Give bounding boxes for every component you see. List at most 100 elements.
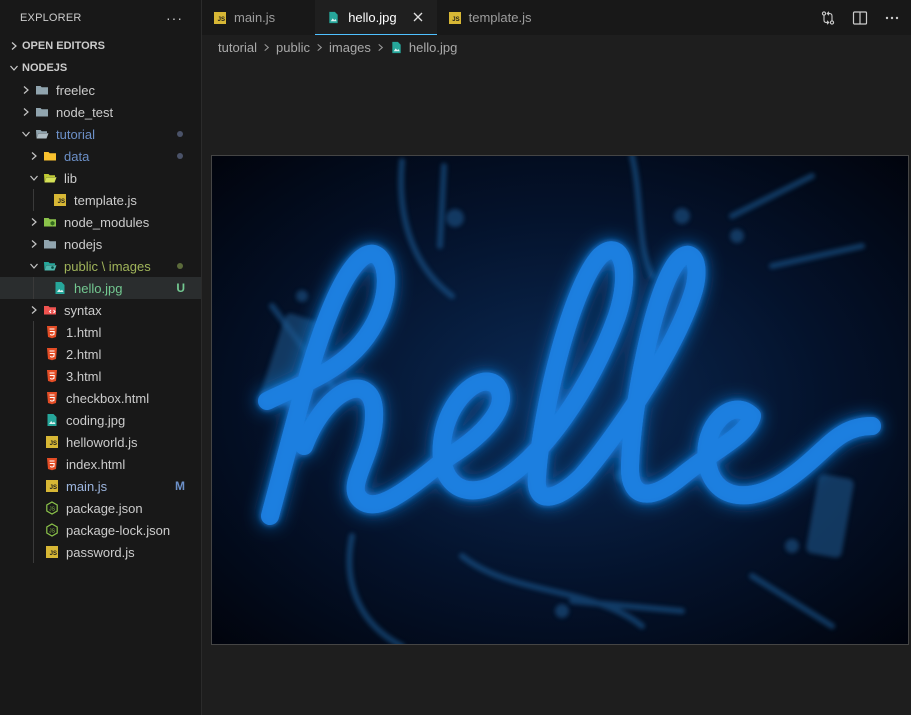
tree-item-label: tutorial [56,126,96,142]
tree-item-label: syntax [64,302,102,318]
tree-item-syntax[interactable]: syntax [0,299,201,321]
indent-guide [33,343,34,365]
breadcrumb-item[interactable]: images [329,40,371,55]
more-actions-icon[interactable]: ··· [166,10,183,26]
tab-label: hello.jpg [348,9,397,25]
workspace-label: NODEJS [22,62,68,74]
tree-item-hello-jpg[interactable]: hello.jpg U [0,277,201,299]
tree-item-label: nodejs [64,236,103,252]
tab-label: template.js [468,10,532,25]
tab-main-js[interactable]: JS main.js [202,0,287,35]
workspace-section[interactable]: NODEJS [0,57,201,79]
git-status-dot [177,263,183,269]
chevron-down-icon [6,60,22,76]
js-file-icon: JS [44,434,60,450]
tree-item-node-test[interactable]: node_test [0,101,201,123]
tree-item-public-images[interactable]: public \ images [0,255,201,277]
chevron-right-icon [315,43,324,52]
explorer-title: EXPLORER [20,11,82,24]
tree-item-nodejs[interactable]: nodejs [0,233,201,255]
tree-item-label: 1.html [66,324,102,340]
indent-guide [33,387,34,409]
tree-item-label: package-lock.json [66,522,171,538]
tree-item-label: package.json [66,500,143,516]
chevron-down-icon [26,258,42,274]
tree-item-label: hello.jpg [74,280,123,296]
indent-guide [33,409,34,431]
tree-item-checkbox-html[interactable]: checkbox.html [0,387,201,409]
editor-actions [819,0,901,35]
tree-item-label: password.js [66,544,135,560]
breadcrumb: tutorial public images hello.jpg [218,36,457,58]
tree-item-template-js[interactable]: JS template.js [0,189,201,211]
tree-item-freelec[interactable]: freelec [0,79,201,101]
tree-item-helloworld-js[interactable]: JS helloworld.js [0,431,201,453]
tree-item-package-lock-json[interactable]: JS package-lock.json [0,519,201,541]
svg-text:JS: JS [49,528,56,534]
tree-item-main-js[interactable]: JS main.js M [0,475,201,497]
explorer-sidebar: EXPLORER ··· OPEN EDITORS NODEJS freelec… [0,0,202,715]
tree-item-2-html[interactable]: 2.html [0,343,201,365]
open-editors-label: OPEN EDITORS [22,40,105,52]
indent-guide [33,475,34,497]
html-file-icon [44,346,60,362]
folder-open-icon [34,126,50,142]
indent-guide [33,365,34,387]
tree-item-3-html[interactable]: 3.html [0,365,201,387]
tree-item-1-html[interactable]: 1.html [0,321,201,343]
open-changes-icon[interactable] [819,9,837,27]
folder-lib-icon [42,170,58,186]
tree-item-label: data [64,148,90,164]
chevron-right-icon [18,82,34,98]
syntax-folder-icon [42,302,58,318]
breadcrumb-item[interactable]: public [276,40,310,55]
tree-item-index-html[interactable]: index.html [0,453,201,475]
chevron-right-icon [26,214,42,230]
tab-template-js[interactable]: JS template.js [437,0,544,35]
breadcrumb-item[interactable]: hello.jpg [409,40,457,55]
chevron-right-icon [262,43,271,52]
git-modified-badge: M [175,479,185,493]
js-file-icon: JS [44,544,60,560]
html-file-icon [44,324,60,340]
tree-item-lib[interactable]: lib [0,167,201,189]
tree-item-label: coding.jpg [66,412,126,428]
breadcrumb-item[interactable]: tutorial [218,40,257,55]
split-editor-icon[interactable] [851,9,869,27]
image-file-icon [52,280,68,296]
tree-item-node-modules[interactable]: node_modules [0,211,201,233]
tree-item-label: lib [64,170,78,186]
tree-item-password-js[interactable]: JS password.js [0,541,201,563]
indent-guide [33,431,34,453]
tab-label: main.js [234,10,276,25]
html-file-icon [44,456,60,472]
tree-item-coding-jpg[interactable]: coding.jpg [0,409,201,431]
js-file-icon: JS [44,478,60,494]
git-status-dot [177,153,183,159]
chevron-right-icon [26,236,42,252]
tree-item-tutorial[interactable]: tutorial [0,123,201,145]
tab-hello-jpg[interactable]: hello.jpg [315,0,437,35]
editor-tab-bar: JS main.js hello.jpg JS template.js [202,0,911,35]
chevron-right-icon [26,302,42,318]
image-file-icon [390,41,403,54]
close-icon[interactable] [411,10,425,24]
chevron-down-icon [26,170,42,186]
tree-item-package-json[interactable]: JS package.json [0,497,201,519]
html-file-icon [44,390,60,406]
html-file-icon [44,368,60,384]
more-actions-icon[interactable] [883,9,901,27]
open-editors-section[interactable]: OPEN EDITORS [0,35,201,57]
indent-guide [33,497,34,519]
tree-item-data[interactable]: data [0,145,201,167]
tree-item-label: helloworld.js [66,434,138,450]
chevron-right-icon [26,148,42,164]
chevron-right-icon [376,43,385,52]
image-preview[interactable]: hello [211,155,909,645]
explorer-header: EXPLORER ··· [0,0,201,35]
tree-item-label: node_modules [64,214,150,230]
indent-guide [33,541,34,563]
chevron-right-icon [18,104,34,120]
indent-guide [33,453,34,475]
node-modules-folder-icon [42,214,58,230]
